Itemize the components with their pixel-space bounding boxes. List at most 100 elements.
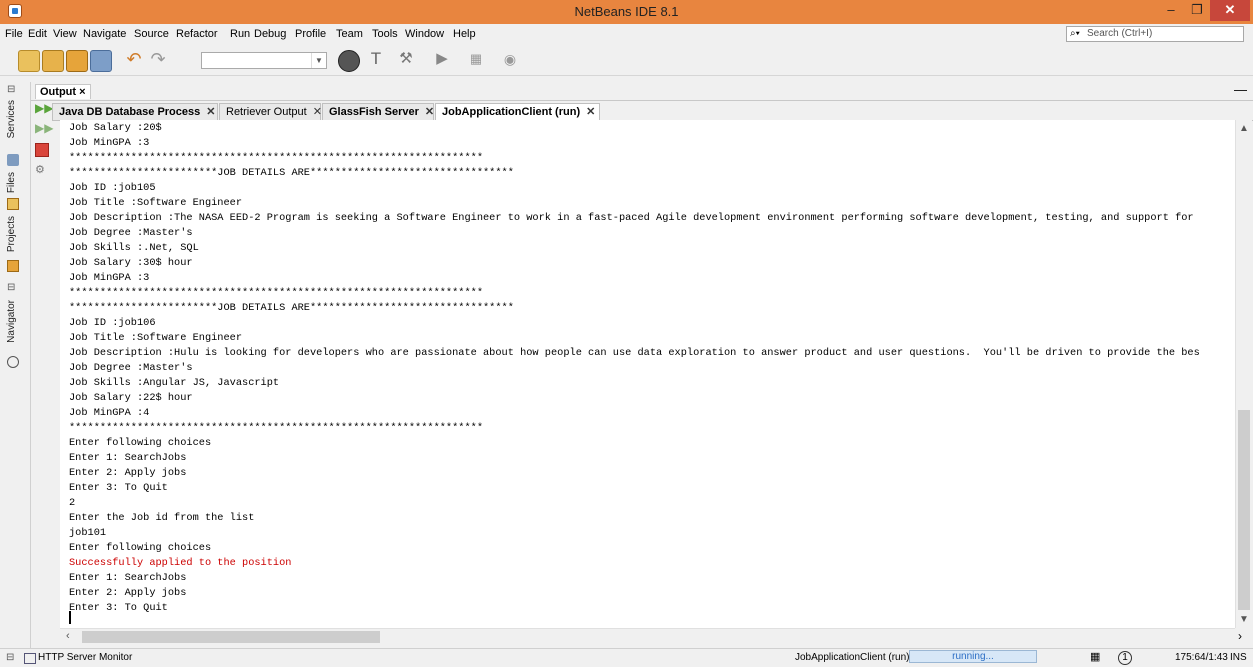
minimize-window-button[interactable]: – [1158, 0, 1184, 21]
notifications-badge[interactable]: 1 [1118, 651, 1132, 665]
progress-bar[interactable]: running... [909, 650, 1037, 663]
menu-run[interactable]: Run [230, 28, 250, 40]
tab-label: Retriever Output [226, 106, 307, 118]
menu-profile[interactable]: Profile [295, 28, 326, 40]
http-server-monitor-label[interactable]: HTTP Server Monitor [38, 652, 132, 663]
menu-edit[interactable]: Edit [28, 28, 47, 40]
scroll-thumb[interactable] [82, 631, 380, 643]
close-window-button[interactable]: ✕ [1210, 0, 1250, 21]
console-line: Job Skills :Angular JS, Javascript [69, 377, 280, 389]
save-all-icon[interactable] [90, 50, 112, 72]
console-line: Enter 2: Apply jobs [69, 587, 187, 599]
profile-icon[interactable]: ◉ [500, 50, 520, 70]
scroll-up-icon[interactable]: ▲ [1239, 123, 1249, 134]
console-line: Enter 1: SearchJobs [69, 572, 187, 584]
clean-build-icon[interactable]: ⚒ [396, 50, 416, 70]
horizontal-scrollbar[interactable]: ‹ [60, 628, 1235, 645]
menu-window[interactable]: Window [405, 28, 444, 40]
files-icon [7, 198, 19, 210]
scroll-thumb[interactable] [1238, 410, 1250, 610]
close-icon[interactable]: ✕ [586, 106, 595, 118]
restore-window-icon[interactable]: ⊟ [7, 84, 19, 96]
menu-tools[interactable]: Tools [372, 28, 398, 40]
output-title-tab[interactable]: Output × [35, 84, 91, 99]
status-bar: ⊟ HTTP Server Monitor JobApplicationClie… [0, 648, 1253, 667]
console-line: Enter following choices [69, 542, 212, 554]
window-title: NetBeans IDE 8.1 [574, 4, 679, 19]
minimize-panel-button[interactable]: — [1234, 82, 1247, 97]
maximize-window-button[interactable]: ❐ [1184, 0, 1210, 21]
console-line: Job MinGPA :4 [69, 407, 150, 419]
console-line: Job MinGPA :3 [69, 272, 150, 284]
console-line: Job Salary :30$ hour [69, 257, 193, 269]
close-icon[interactable]: ✕ [313, 106, 322, 118]
tab-label: GlassFish Server [329, 106, 419, 118]
navigator-icon [7, 356, 19, 368]
console-line: Job Description :The NASA EED-2 Program … [69, 212, 1194, 224]
console-line: Enter 2: Apply jobs [69, 467, 187, 479]
run-icon[interactable]: ▶ [432, 50, 452, 70]
stop-icon[interactable] [35, 143, 49, 157]
console-line: Job Title :Software Engineer [69, 197, 243, 209]
running-process-label: JobApplicationClient (run) [795, 652, 910, 663]
left-side-tabs: ⊟ Services Files Projects ⊟ Navigator [0, 82, 31, 650]
toolbar: ↶ ↷ ▼ T ⚒ ▶ ▦ ◉ [0, 45, 1253, 76]
configuration-select[interactable]: ▼ [201, 52, 327, 69]
menu-source[interactable]: Source [134, 28, 169, 40]
console-line: Job Description :Hulu is looking for dev… [69, 347, 1200, 359]
output-notification-icon[interactable]: ▦ [1090, 650, 1100, 663]
tab-retriever-output[interactable]: Retriever Output ✕ [219, 103, 322, 120]
output-console[interactable]: Job Skills :C, C++ Job Salary :20$Job Mi… [60, 120, 1235, 628]
rerun-icon[interactable]: ▶▶ [35, 101, 53, 115]
projects-icon [7, 260, 19, 272]
open-project-icon[interactable] [66, 50, 88, 72]
tab-jobapplicationclient-run[interactable]: JobApplicationClient (run) ✕ [435, 103, 600, 121]
console-line: ****************************************… [69, 422, 484, 434]
chevron-down-icon: ▼ [311, 53, 326, 68]
services-icon [7, 154, 19, 166]
close-icon[interactable]: ✕ [425, 106, 434, 118]
menu-help[interactable]: Help [453, 28, 476, 40]
scroll-right-icon[interactable]: › [1238, 629, 1250, 643]
rerun-different-params-icon[interactable]: ▶▶ [35, 121, 53, 135]
tab-files[interactable]: Files [6, 172, 17, 193]
restore-icon[interactable]: ⊟ [6, 652, 14, 663]
menu-navigate[interactable]: Navigate [83, 28, 126, 40]
debug-icon[interactable]: ▦ [466, 50, 486, 70]
redo-icon[interactable]: ↷ [148, 50, 168, 70]
settings-icon[interactable]: ⚙ [35, 163, 49, 177]
close-icon[interactable]: ✕ [206, 106, 215, 118]
menu-team[interactable]: Team [336, 28, 363, 40]
caret-position: 175:64/1:43 [1175, 652, 1228, 663]
output-window-header: Output × — [31, 82, 1253, 101]
console-line: ****************************************… [69, 287, 484, 299]
console-error-line: Successfully applied to the position [69, 557, 292, 569]
tab-java-db-process[interactable]: Java DB Database Process ✕ [52, 103, 218, 120]
tab-glassfish-server[interactable]: GlassFish Server ✕ [322, 103, 434, 120]
output-tabs: Java DB Database Process ✕ Retriever Outp… [52, 101, 1253, 121]
console-line: ************************JOB DETAILS ARE*… [69, 167, 514, 179]
menu-view[interactable]: View [53, 28, 77, 40]
undo-icon[interactable]: ↶ [124, 50, 144, 70]
new-file-icon[interactable] [18, 50, 40, 72]
console-line: Enter the Job id from the list [69, 512, 255, 524]
console-line: Enter following choices [69, 437, 212, 449]
console-line: Enter 3: To Quit [69, 602, 168, 614]
console-line: Job Degree :Master's [69, 227, 193, 239]
menu-debug[interactable]: Debug [254, 28, 286, 40]
tab-services[interactable]: Services [6, 100, 17, 138]
menu-file[interactable]: File [5, 28, 23, 40]
build-hammer-icon[interactable]: T [366, 50, 386, 70]
tab-navigator[interactable]: Navigator [6, 300, 17, 343]
menu-refactor[interactable]: Refactor [176, 28, 218, 40]
scroll-down-icon[interactable]: ▼ [1239, 614, 1249, 625]
vertical-scrollbar[interactable]: ▲ ▼ [1235, 120, 1252, 628]
scroll-left-icon[interactable]: ‹ [66, 630, 70, 642]
target-globe-icon[interactable] [338, 50, 360, 72]
search-input[interactable]: Search (Ctrl+I) [1066, 26, 1244, 42]
console-line: 2 [69, 497, 76, 509]
insert-mode: INS [1230, 652, 1247, 663]
new-project-icon[interactable] [42, 50, 64, 72]
restore-navigator-icon[interactable]: ⊟ [7, 282, 19, 294]
tab-projects[interactable]: Projects [6, 216, 17, 252]
